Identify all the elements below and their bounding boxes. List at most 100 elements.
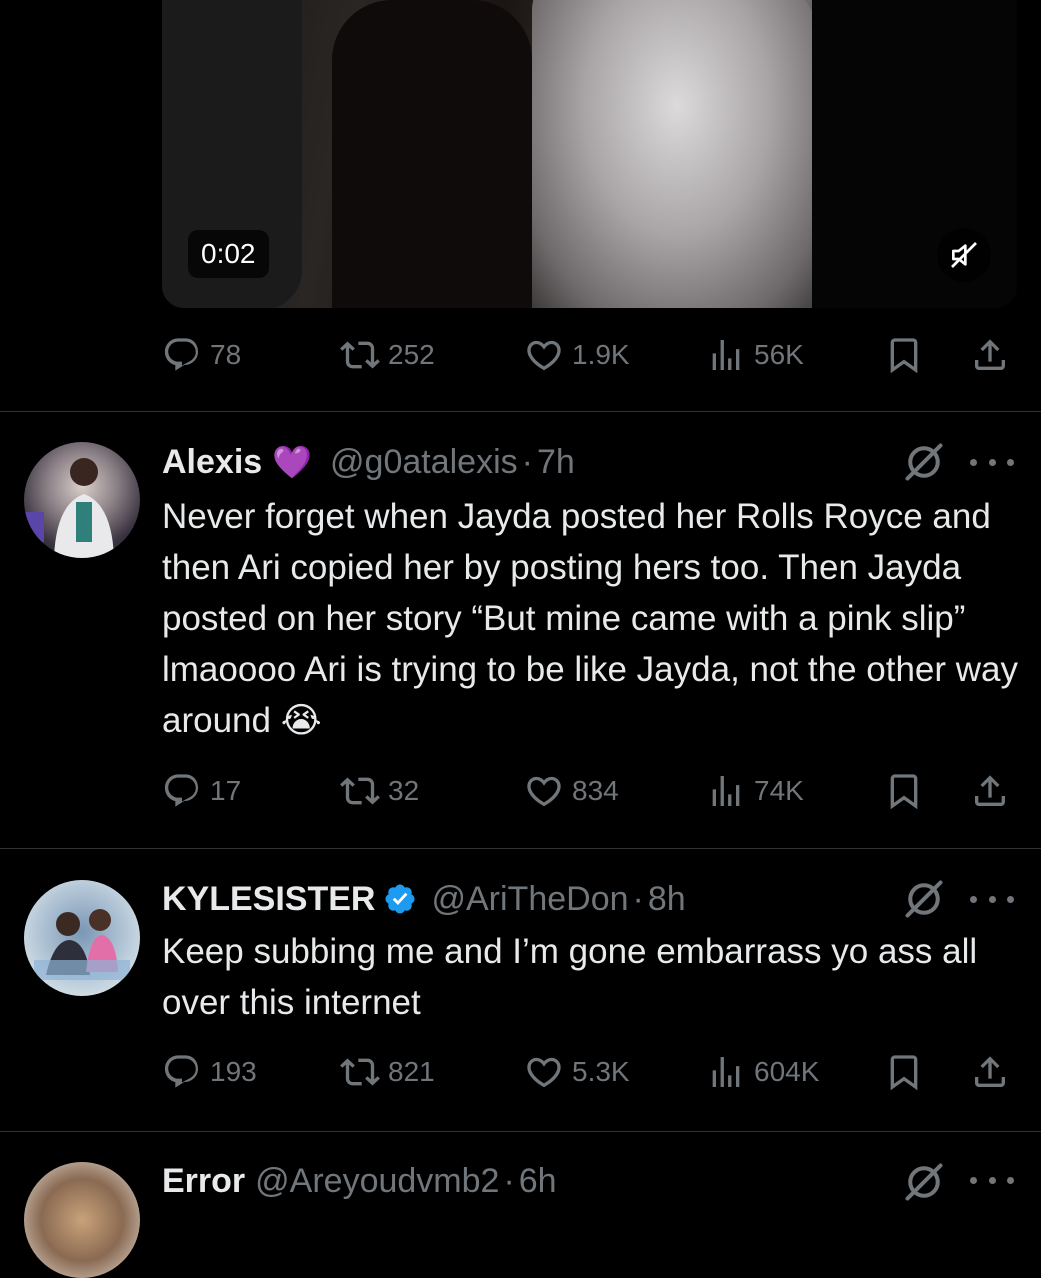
- dot-icon: [1007, 1176, 1014, 1184]
- dot-icon: [988, 458, 996, 466]
- views-button[interactable]: 74K: [706, 766, 804, 816]
- share-button[interactable]: [970, 1052, 1010, 1092]
- tweet-text: Never forget when Jayda posted her Rolls…: [162, 497, 1019, 740]
- like-button[interactable]: 5.3K: [524, 1047, 630, 1097]
- grok-button[interactable]: [902, 440, 946, 484]
- reply-count: 17: [210, 775, 242, 806]
- dot-icon: [970, 1176, 977, 1184]
- separator-dot: ·: [632, 879, 644, 918]
- dot-icon: [1007, 458, 1014, 466]
- views-icon: [706, 1052, 746, 1092]
- video-time-badge: 0:02: [188, 230, 269, 278]
- bookmark-icon: [884, 771, 924, 811]
- views-button[interactable]: 604K: [706, 1047, 819, 1097]
- verified-badge-icon: [385, 884, 416, 914]
- reply-button[interactable]: 17: [162, 766, 241, 816]
- repost-icon: [340, 771, 380, 811]
- grok-icon: [902, 440, 946, 484]
- views-icon: [706, 771, 746, 811]
- tweet-header: Alexis 💜 @g0atalexis · 7h: [162, 437, 575, 487]
- repost-icon: [340, 1052, 380, 1092]
- like-button[interactable]: 1.9K: [524, 330, 630, 380]
- like-button[interactable]: 834: [524, 766, 619, 816]
- grok-button[interactable]: [902, 877, 946, 921]
- avatar[interactable]: [24, 1162, 140, 1278]
- tweet-timestamp[interactable]: 6h: [519, 1162, 557, 1201]
- avatar[interactable]: [24, 880, 140, 996]
- bookmark-button[interactable]: [884, 335, 924, 375]
- tweet-header: Error @Areyoudvmb2 · 6h: [162, 1156, 557, 1206]
- user-handle[interactable]: @g0atalexis: [330, 443, 518, 482]
- reply-button[interactable]: 193: [162, 1047, 257, 1097]
- more-options-button[interactable]: [970, 889, 1014, 909]
- purple-heart-emoji: 💜: [272, 444, 313, 480]
- repost-button[interactable]: 32: [340, 766, 419, 816]
- reply-button[interactable]: 78: [162, 330, 241, 380]
- reply-count: 193: [210, 1056, 257, 1087]
- dot-icon: [988, 1176, 996, 1184]
- video-tweet-actions: 78 252 1.9K 56K: [162, 330, 1022, 380]
- repost-button[interactable]: 252: [340, 330, 435, 380]
- repost-button[interactable]: 821: [340, 1047, 435, 1097]
- repost-count: 32: [388, 775, 420, 806]
- tweet-text: Keep subbing me and I’m gone embarrass y…: [162, 932, 978, 1022]
- avatar[interactable]: [24, 442, 140, 558]
- divider: [0, 1131, 1041, 1132]
- view-count: 74K: [754, 775, 804, 806]
- tweet-actions: 193 821 5.3K 604K: [162, 1047, 1022, 1097]
- tweet-header: KYLESISTER @AriTheDon · 8h: [162, 874, 686, 924]
- like-count: 834: [572, 775, 619, 806]
- views-button[interactable]: 56K: [706, 330, 804, 380]
- bookmark-button[interactable]: [884, 771, 924, 811]
- avatar-image: [24, 458, 114, 558]
- speaker-muted-icon: [951, 242, 977, 268]
- heart-icon: [524, 771, 564, 811]
- separator-dot: ·: [521, 442, 533, 481]
- repost-count: 821: [388, 1056, 435, 1087]
- reply-icon: [162, 335, 202, 375]
- display-name[interactable]: Alexis: [162, 443, 262, 482]
- tweet-actions: 17 32 834 74K: [162, 766, 1022, 816]
- share-icon: [970, 335, 1010, 375]
- share-button[interactable]: [970, 771, 1010, 811]
- repost-icon: [340, 335, 380, 375]
- repost-count: 252: [388, 339, 435, 370]
- reply-icon: [162, 1052, 202, 1092]
- video-frame-figure: [532, 0, 822, 308]
- heart-icon: [524, 335, 564, 375]
- grok-icon: [902, 877, 946, 921]
- separator-dot: ·: [503, 1161, 515, 1200]
- grok-icon: [902, 1160, 946, 1204]
- reply-icon: [162, 771, 202, 811]
- more-options-button[interactable]: [970, 1170, 1014, 1190]
- share-button[interactable]: [970, 335, 1010, 375]
- view-count: 56K: [754, 339, 804, 370]
- grok-button[interactable]: [902, 1160, 946, 1204]
- heart-icon: [524, 1052, 564, 1092]
- bookmark-icon: [884, 335, 924, 375]
- display-name[interactable]: KYLESISTER: [162, 880, 375, 919]
- video-frame-figure: [332, 0, 532, 308]
- more-options-button[interactable]: [970, 452, 1014, 472]
- divider: [0, 411, 1041, 412]
- like-count: 5.3K: [572, 1056, 630, 1087]
- dot-icon: [1007, 895, 1014, 903]
- like-count: 1.9K: [572, 339, 630, 370]
- bookmark-button[interactable]: [884, 1052, 924, 1092]
- dot-icon: [970, 895, 977, 903]
- user-handle[interactable]: @AriTheDon: [431, 880, 628, 919]
- dot-icon: [988, 895, 996, 903]
- avatar-image: [34, 909, 130, 980]
- display-name[interactable]: Error: [162, 1162, 245, 1201]
- share-icon: [970, 771, 1010, 811]
- view-count: 604K: [754, 1056, 820, 1087]
- unmute-button[interactable]: [937, 228, 991, 282]
- views-icon: [706, 335, 746, 375]
- video-player[interactable]: 0:02: [162, 0, 1017, 308]
- bookmark-icon: [884, 1052, 924, 1092]
- user-handle[interactable]: @Areyoudvmb2: [255, 1162, 499, 1201]
- tweet-timestamp[interactable]: 7h: [537, 443, 575, 482]
- tweet-timestamp[interactable]: 8h: [648, 880, 686, 919]
- dot-icon: [970, 458, 977, 466]
- divider: [0, 848, 1041, 849]
